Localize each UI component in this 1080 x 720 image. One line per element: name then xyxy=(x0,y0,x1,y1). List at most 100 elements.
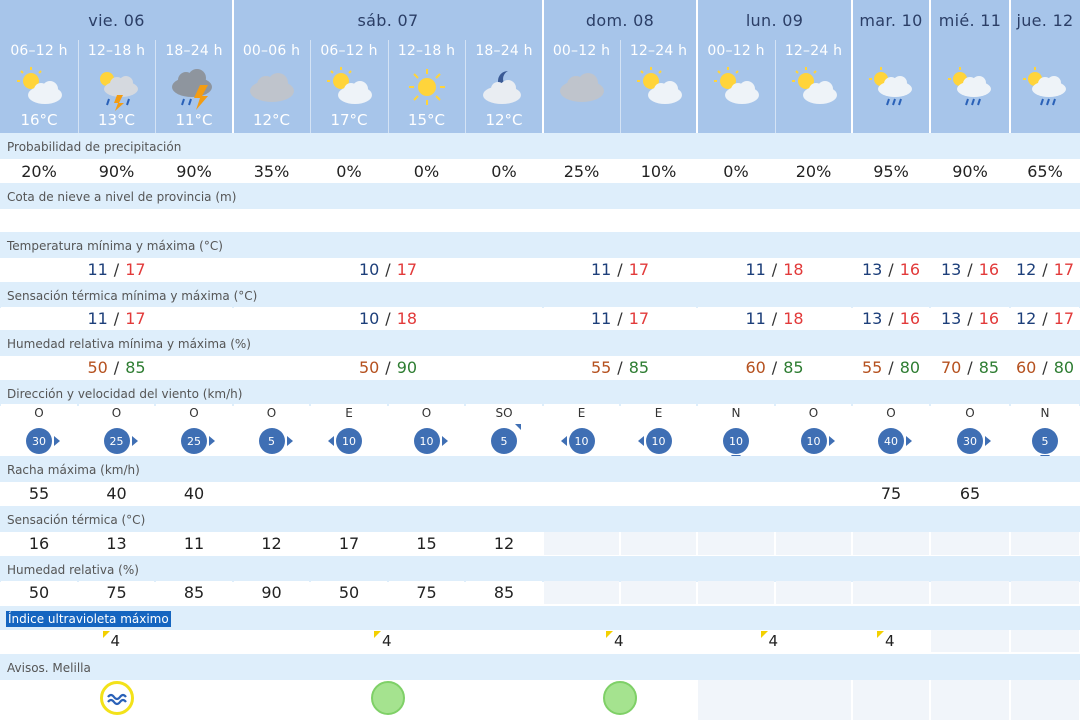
day-label[interactable]: lun. 09 xyxy=(697,0,852,40)
precip-cell: 20% xyxy=(776,160,851,183)
sun-cloud-rain-icon xyxy=(861,65,921,111)
period-label: 12–18 h xyxy=(397,43,456,59)
period-cell[interactable]: 12–24 h xyxy=(620,40,697,133)
feels-minmax-cell: 10 / 18 xyxy=(234,307,542,330)
day-label[interactable]: dom. 08 xyxy=(543,0,697,40)
wind-cell: O 25 xyxy=(156,404,232,456)
wind-speed-badge: 40 xyxy=(878,428,904,454)
precip-cell: 90% xyxy=(79,160,154,183)
wind-cell: O 25 xyxy=(79,404,154,456)
feels-minmax-cell: 12 / 17 xyxy=(1011,307,1079,330)
max-value: 17 xyxy=(125,260,146,279)
gust-cell xyxy=(389,482,464,505)
snow-cell xyxy=(621,209,696,232)
period-cell[interactable]: 00–12 h xyxy=(697,40,775,133)
hum-minmax-cell: 70 / 85 xyxy=(931,356,1009,379)
snow-cell xyxy=(311,209,387,232)
temp-minmax-cell: 11 / 18 xyxy=(698,258,851,281)
wind-speed-badge: 30 xyxy=(957,428,983,454)
uv-marker-icon xyxy=(877,631,884,638)
sun-cloud-icon xyxy=(706,65,766,111)
period-cell[interactable]: 12–18 h 13°C xyxy=(78,40,155,133)
no-alert-icon[interactable] xyxy=(371,681,405,715)
section-label-precip: Probabilidad de precipitación xyxy=(7,140,182,154)
period-cell[interactable]: 06–12 h 16°C xyxy=(0,40,78,133)
slash: / xyxy=(771,358,778,377)
wind-arrow-icon xyxy=(906,436,912,446)
no-alert-icon[interactable] xyxy=(603,681,637,715)
section-label-gust: Racha máxima (km/h) xyxy=(7,463,140,477)
period-label: 12–24 h xyxy=(629,43,688,59)
period-cell[interactable] xyxy=(852,40,930,133)
snow-cell xyxy=(389,209,464,232)
day-divider xyxy=(696,0,698,133)
snow-cell xyxy=(931,209,1009,232)
min-value: 10 xyxy=(358,260,380,279)
max-value: 17 xyxy=(628,260,650,279)
wind-arrow-icon xyxy=(131,436,138,446)
min-value: 11 xyxy=(745,309,766,328)
feels-minmax-cell: 11 / 18 xyxy=(698,307,851,330)
period-temp: 15°C xyxy=(407,111,446,129)
storm-cloud-icon xyxy=(164,65,224,111)
day-header-row: vie. 06 sáb. 07 dom. 08 lun. 09 mar. 10 mié. … xyxy=(0,0,1080,40)
period-cell[interactable]: 12–18 h 15°C xyxy=(388,40,465,133)
max-value: 18 xyxy=(783,309,804,328)
slash: / xyxy=(1042,358,1048,377)
slash: / xyxy=(771,260,778,279)
period-label: 12–18 h xyxy=(87,43,146,59)
max-value: 17 xyxy=(396,260,418,279)
period-cell[interactable]: 06–12 h 17°C xyxy=(310,40,388,133)
uv-value: 4 xyxy=(768,632,779,650)
min-value: 50 xyxy=(358,358,380,377)
period-cell[interactable]: 00–06 h 12°C xyxy=(233,40,310,133)
wind-arrow-icon xyxy=(286,436,293,446)
forecast-table: vie. 06 sáb. 07 dom. 08 lun. 09 mar. 10 mié. … xyxy=(0,0,1080,720)
precip-cell: 10% xyxy=(621,160,696,183)
period-cell[interactable]: 18–24 h 12°C xyxy=(465,40,543,133)
slash: / xyxy=(888,260,894,279)
wind-cell: N 10 xyxy=(698,404,774,461)
day-label[interactable]: sáb. 07 xyxy=(233,0,543,40)
day-label[interactable]: mar. 10 xyxy=(852,0,930,40)
section-band xyxy=(0,654,1080,680)
feels-temp-cell xyxy=(621,532,696,555)
feels-temp-cell: 12 xyxy=(234,532,309,555)
gust-cell xyxy=(776,482,851,505)
wind-arrow-icon xyxy=(828,436,835,446)
feels-minmax-cell: 11 / 17 xyxy=(1,307,232,330)
uv-marker-icon xyxy=(374,631,381,638)
uv-marker-icon xyxy=(760,631,768,638)
period-row: 06–12 h 16°C 12–18 h 13°C 18–24 h 11°C 00–06 h… xyxy=(0,40,1080,133)
feels-temp-cell: 11 xyxy=(156,532,232,555)
period-cell[interactable] xyxy=(1010,40,1080,133)
min-value: 70 xyxy=(940,358,962,377)
temp-minmax-cell: 13 / 16 xyxy=(853,258,929,281)
period-cell[interactable]: 18–24 h 11°C xyxy=(155,40,233,133)
slash: / xyxy=(385,309,391,328)
gust-cell xyxy=(698,482,774,505)
day-label[interactable]: vie. 06 xyxy=(0,0,233,40)
slash: / xyxy=(385,260,391,279)
wind-direction: SO xyxy=(495,406,513,420)
max-value: 18 xyxy=(396,309,418,328)
uv-cell: 4 xyxy=(1,630,232,652)
day-label[interactable]: jue. 12 xyxy=(1010,0,1080,40)
period-cell[interactable] xyxy=(930,40,1010,133)
wind-speed-badge: 5 xyxy=(1032,428,1058,454)
temp-minmax-cell: 11 / 17 xyxy=(1,258,232,281)
period-divider xyxy=(388,40,389,133)
day-label[interactable]: mié. 11 xyxy=(930,0,1010,40)
sun-cloud-storm-icon xyxy=(87,65,147,111)
precip-cell: 25% xyxy=(544,160,619,183)
section-label-snow: Cota de nieve a nivel de provincia (m) xyxy=(7,190,237,204)
period-cell[interactable]: 12–24 h xyxy=(775,40,852,133)
feels-temp-cell xyxy=(544,532,619,555)
wind-cell: O5 xyxy=(234,404,309,456)
max-value: 85 xyxy=(783,358,804,377)
section-label-feelt: Sensación térmica (°C) xyxy=(7,513,146,527)
max-value: 17 xyxy=(1053,309,1075,328)
period-cell[interactable]: 00–12 h xyxy=(543,40,620,133)
slash: / xyxy=(113,309,120,328)
coastal-alert-icon[interactable] xyxy=(99,681,134,715)
